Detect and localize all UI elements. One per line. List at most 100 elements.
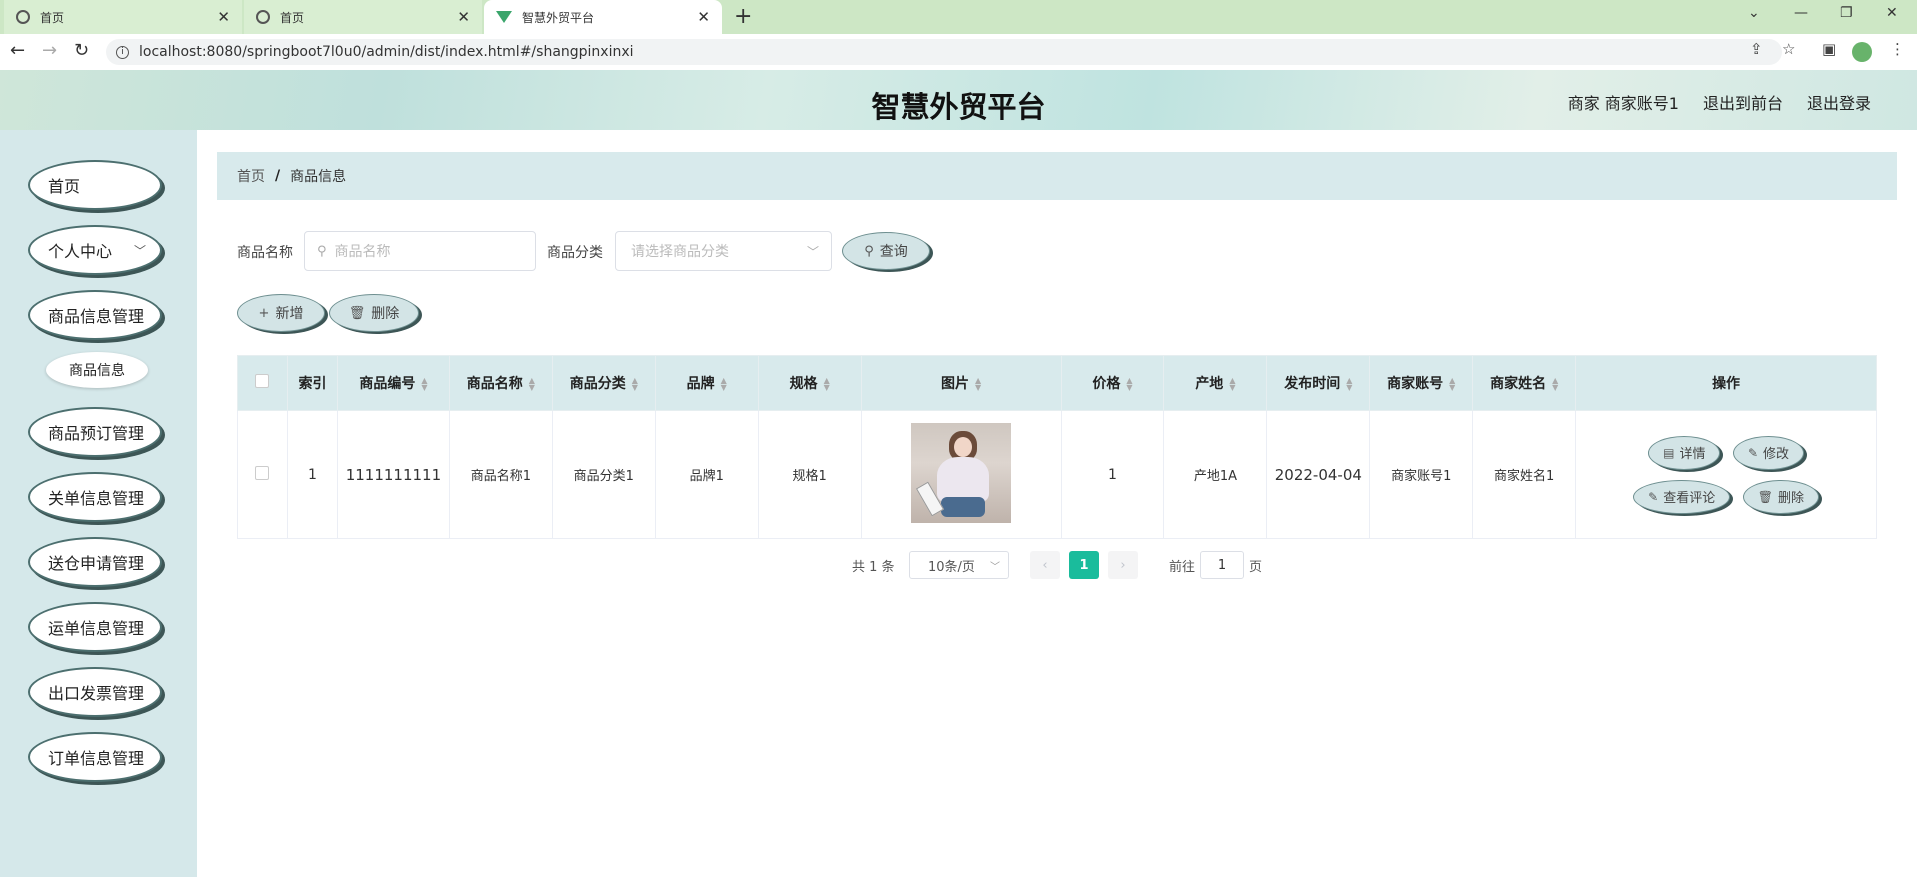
- prev-page-button[interactable]: ‹: [1030, 551, 1060, 579]
- edit-icon: ✎: [1747, 445, 1758, 460]
- browser-tab-3[interactable]: 智慧外贸平台 ✕: [484, 0, 722, 34]
- browser-tab-1[interactable]: 首页 ✕: [4, 0, 242, 34]
- sort-icon: ▲ ▼: [974, 376, 982, 392]
- batch-delete-button[interactable]: 🗑 删除: [329, 294, 419, 332]
- table-header-row: 索引 商品编号 ▲ ▼ 商品名称 ▲ ▼ 商品分类 ▲ ▼ 品牌 ▲ ▼ 规格 ▲ ▼ 图片 ▲ ▼ 价…: [237, 355, 1877, 411]
- sidebar-item-warehouse-management[interactable]: 送仓申请管理: [28, 537, 162, 587]
- column-header[interactable]: 图片 ▲ ▼: [860, 355, 1062, 411]
- select-all-cell[interactable]: [237, 355, 288, 411]
- menu-dots-icon[interactable]: ⋮: [1890, 40, 1905, 58]
- sidebar-item-home[interactable]: 首页: [28, 160, 162, 210]
- bookmark-star-icon[interactable]: ☆: [1782, 40, 1795, 58]
- minimize-icon[interactable]: —: [1794, 5, 1808, 21]
- column-header[interactable]: 发布时间 ▲ ▼: [1266, 355, 1371, 411]
- column-header[interactable]: 商家姓名 ▲ ▼: [1472, 355, 1577, 411]
- logout-link[interactable]: 退出登录: [1807, 90, 1871, 114]
- button-label: 新增: [275, 306, 304, 322]
- breadcrumb-current: 商品信息: [290, 169, 347, 185]
- detail-button[interactable]: ▤ 详情: [1648, 435, 1721, 470]
- restore-icon[interactable]: ❐: [1840, 5, 1853, 21]
- column-header[interactable]: 规格 ▲ ▼: [757, 355, 862, 411]
- account-cell: 商家账号1: [1369, 410, 1474, 539]
- sort-icon: ▲ ▼: [1449, 376, 1456, 392]
- sidebar-item-waybill-management[interactable]: 运单信息管理: [28, 602, 162, 652]
- column-header[interactable]: 品牌 ▲ ▼: [654, 355, 759, 411]
- sort-icon: ▲ ▼: [1552, 376, 1559, 392]
- operations-cell: ▤ 详情 ✎ 修改 ✎ 查看评论 🗑 删除: [1575, 410, 1877, 539]
- column-header[interactable]: 商家账号 ▲ ▼: [1369, 355, 1474, 411]
- column-header[interactable]: 商品编号 ▲ ▼: [336, 355, 450, 411]
- chevron-down-icon: ﹀: [133, 243, 146, 258]
- breadcrumb-home[interactable]: 首页: [237, 166, 265, 186]
- page-number-current[interactable]: 1: [1069, 551, 1099, 579]
- add-button[interactable]: + 新增: [237, 294, 325, 332]
- sort-icon: ▲ ▼: [823, 376, 830, 392]
- product-category-select[interactable]: 请选择商品分类 ﹀: [615, 231, 832, 271]
- close-window-icon[interactable]: ✕: [1886, 5, 1898, 21]
- sidebar-item-label: 送仓申请管理: [48, 554, 145, 573]
- exit-to-front-link[interactable]: 退出到前台: [1703, 90, 1783, 114]
- origin-cell: 产地1A: [1163, 410, 1268, 539]
- button-label: 删除: [371, 306, 400, 322]
- trash-icon: 🗑: [1757, 489, 1773, 504]
- sort-icon: ▲ ▼: [528, 376, 535, 392]
- sidebar-item-booking-management[interactable]: 商品预订管理: [28, 407, 162, 457]
- forward-icon[interactable]: →: [42, 40, 57, 61]
- column-header[interactable]: 价格 ▲ ▼: [1060, 355, 1165, 411]
- sidebar-item-product-management[interactable]: 商品信息管理: [28, 290, 162, 340]
- sidebar-item-label: 运单信息管理: [48, 619, 145, 638]
- name-cell: 商品名称1: [448, 410, 553, 539]
- back-icon[interactable]: ←: [10, 40, 25, 61]
- breadcrumb-separator: /: [275, 168, 281, 184]
- query-button[interactable]: ⚲ 查询: [842, 232, 930, 270]
- new-tab-icon[interactable]: +: [734, 4, 752, 29]
- product-name-label: 商品名称: [237, 245, 293, 261]
- close-icon[interactable]: ✕: [217, 8, 230, 26]
- edit-button[interactable]: ✎ 修改: [1732, 435, 1805, 470]
- delete-button[interactable]: 🗑 删除: [1742, 479, 1819, 514]
- button-label: 查询: [879, 244, 908, 260]
- chevron-right-icon: ›: [1120, 557, 1126, 573]
- close-icon[interactable]: ✕: [697, 8, 710, 26]
- column-header[interactable]: 商品名称 ▲ ▼: [448, 355, 553, 411]
- site-info-icon[interactable]: i: [116, 45, 129, 59]
- browser-tab-2[interactable]: 首页 ✕: [244, 0, 482, 34]
- view-comments-button[interactable]: ✎ 查看评论: [1633, 479, 1731, 514]
- reload-icon[interactable]: ↻: [74, 40, 89, 61]
- sort-icon: ▲ ▼: [1126, 376, 1133, 392]
- url-field[interactable]: i localhost:8080/springboot7l0u0/admin/d…: [106, 39, 1782, 65]
- column-header: 索引: [286, 355, 338, 411]
- product-photo[interactable]: [911, 422, 1012, 523]
- input-placeholder: 商品名称: [334, 244, 391, 260]
- row-checkbox[interactable]: [255, 465, 270, 480]
- row-select-cell[interactable]: [237, 410, 288, 539]
- close-icon[interactable]: ✕: [457, 8, 470, 26]
- sidebar-item-order-management[interactable]: 订单信息管理: [28, 732, 162, 782]
- goto-suffix: 页: [1249, 559, 1263, 575]
- address-bar: ← → ↻ i localhost:8080/springboot7l0u0/a…: [0, 34, 1917, 70]
- merchant-cell: 商家姓名1: [1472, 410, 1577, 539]
- chevron-down-icon: ﹀: [990, 561, 1000, 573]
- page-number-label: 1: [1079, 557, 1089, 573]
- sort-icon: ▲ ▼: [720, 376, 727, 392]
- profile-avatar-icon[interactable]: [1852, 42, 1872, 62]
- sidebar-item-customs-management[interactable]: 关单信息管理: [28, 472, 162, 522]
- sidebar-item-invoice-management[interactable]: 出口发票管理: [28, 667, 162, 717]
- next-page-button[interactable]: ›: [1108, 551, 1138, 579]
- share-icon[interactable]: ⇪: [1750, 40, 1763, 58]
- tab-search-icon[interactable]: ⌄: [1748, 5, 1760, 21]
- sidebar-item-personal-center[interactable]: 个人中心 ﹀: [28, 225, 162, 275]
- globe-icon: [256, 10, 270, 24]
- sidebar-subitem-product-info[interactable]: 商品信息: [46, 352, 148, 388]
- vue-logo-icon: [496, 11, 512, 23]
- goto-page-input[interactable]: 1: [1200, 551, 1244, 579]
- search-icon: ⚲: [317, 243, 327, 259]
- column-header[interactable]: 商品分类 ▲ ▼: [551, 355, 656, 411]
- product-name-input[interactable]: ⚲ 商品名称: [304, 231, 536, 271]
- column-header[interactable]: 产地 ▲ ▼: [1163, 355, 1268, 411]
- sort-icon: ▲ ▼: [1346, 376, 1353, 392]
- page-size-select[interactable]: 10条/页 ﹀: [909, 551, 1009, 579]
- select-all-checkbox[interactable]: [255, 374, 270, 388]
- side-panel-icon[interactable]: ▣: [1822, 40, 1836, 58]
- sort-icon: ▲ ▼: [421, 376, 428, 392]
